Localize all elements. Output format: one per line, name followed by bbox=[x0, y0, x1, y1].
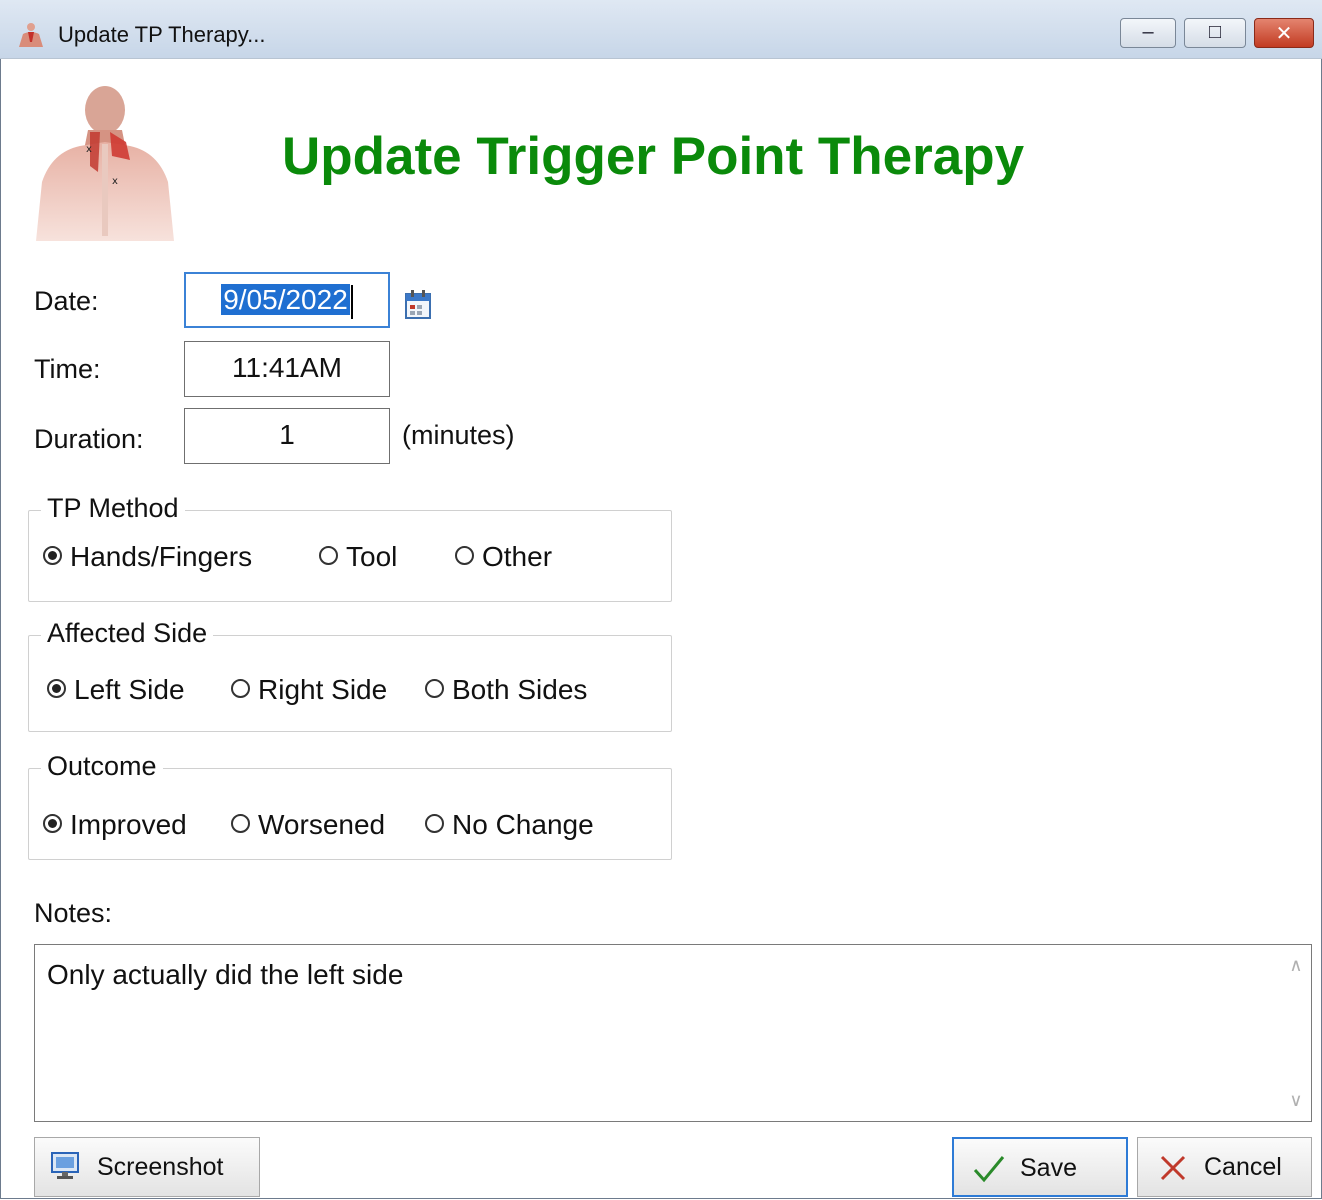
body-figure-icon bbox=[19, 23, 43, 47]
screenshot-label: Screenshot bbox=[97, 1153, 224, 1181]
radio-other[interactable]: Other bbox=[455, 541, 552, 573]
radio-unselected-icon bbox=[231, 679, 250, 699]
window-title: Update TP Therapy... bbox=[58, 22, 266, 47]
radio-unselected-icon bbox=[425, 679, 444, 699]
svg-text:x: x bbox=[112, 176, 118, 187]
radio-selected-icon bbox=[43, 546, 62, 566]
radio-selected-icon bbox=[47, 679, 66, 699]
radio-unselected-icon bbox=[231, 814, 250, 834]
radio-unselected-icon bbox=[425, 814, 444, 834]
date-field[interactable]: 9/05/2022 bbox=[184, 272, 390, 328]
scroll-down-icon[interactable]: ∨ bbox=[1281, 1090, 1311, 1111]
tp-method-title: TP Method bbox=[41, 493, 185, 524]
date-label: Date: bbox=[34, 286, 99, 316]
radio-improved[interactable]: Improved bbox=[43, 809, 187, 841]
outcome-group: Outcome Improved Worsened No Change bbox=[28, 751, 672, 860]
notes-scrollbar[interactable]: ∧ ∨ bbox=[1281, 945, 1311, 1121]
radio-unselected-icon bbox=[319, 546, 338, 566]
time-label: Time: bbox=[34, 354, 101, 384]
cancel-button[interactable]: Cancel bbox=[1137, 1137, 1312, 1197]
notes-textarea[interactable]: Only actually did the left side ∧ ∨ bbox=[34, 944, 1312, 1122]
time-field[interactable]: 11:41AM bbox=[184, 341, 390, 397]
title-bar[interactable]: Update TP Therapy... – □ ✕ bbox=[0, 0, 1322, 59]
radio-unselected-icon bbox=[455, 546, 474, 566]
radio-left-side[interactable]: Left Side bbox=[47, 674, 185, 706]
calendar-icon[interactable] bbox=[404, 288, 432, 320]
close-icon: ✕ bbox=[1275, 23, 1293, 45]
radio-selected-icon bbox=[43, 814, 62, 834]
scroll-up-icon[interactable]: ∧ bbox=[1281, 955, 1311, 976]
radio-hands-fingers[interactable]: Hands/Fingers bbox=[43, 541, 252, 573]
notes-label: Notes: bbox=[34, 898, 113, 928]
tp-method-group: TP Method Hands/Fingers Tool Other bbox=[28, 493, 672, 602]
notes-value: Only actually did the left side bbox=[47, 959, 404, 990]
close-button[interactable]: ✕ bbox=[1254, 18, 1314, 48]
maximize-button[interactable]: □ bbox=[1184, 18, 1246, 48]
restore-icon: □ bbox=[1208, 21, 1222, 43]
svg-text:x: x bbox=[86, 144, 92, 155]
radio-worsened[interactable]: Worsened bbox=[231, 809, 385, 841]
minimize-button[interactable]: – bbox=[1120, 18, 1176, 48]
duration-unit: (minutes) bbox=[402, 420, 515, 450]
page-title: Update Trigger Point Therapy bbox=[282, 127, 1025, 186]
cancel-label: Cancel bbox=[1204, 1153, 1282, 1181]
save-label: Save bbox=[1020, 1154, 1077, 1182]
radio-right-side[interactable]: Right Side bbox=[231, 674, 387, 706]
text-caret bbox=[350, 284, 353, 319]
radio-both-sides[interactable]: Both Sides bbox=[425, 674, 587, 706]
date-value: 9/05/2022 bbox=[221, 284, 350, 315]
x-icon bbox=[1160, 1155, 1186, 1181]
duration-label: Duration: bbox=[34, 424, 144, 454]
affected-side-title: Affected Side bbox=[41, 618, 214, 649]
screenshot-button[interactable]: Screenshot bbox=[34, 1137, 260, 1197]
radio-tool[interactable]: Tool bbox=[319, 541, 397, 573]
minimize-icon: – bbox=[1142, 21, 1154, 43]
trigger-point-figure-image: x x bbox=[36, 86, 174, 241]
affected-side-group: Affected Side Left Side Right Side Both … bbox=[28, 618, 672, 732]
outcome-title: Outcome bbox=[41, 751, 163, 782]
checkmark-icon bbox=[973, 1156, 1005, 1183]
monitor-icon bbox=[51, 1152, 79, 1179]
duration-field[interactable]: 1 bbox=[184, 408, 390, 464]
radio-no-change[interactable]: No Change bbox=[425, 809, 594, 841]
save-button[interactable]: Save bbox=[952, 1137, 1128, 1197]
